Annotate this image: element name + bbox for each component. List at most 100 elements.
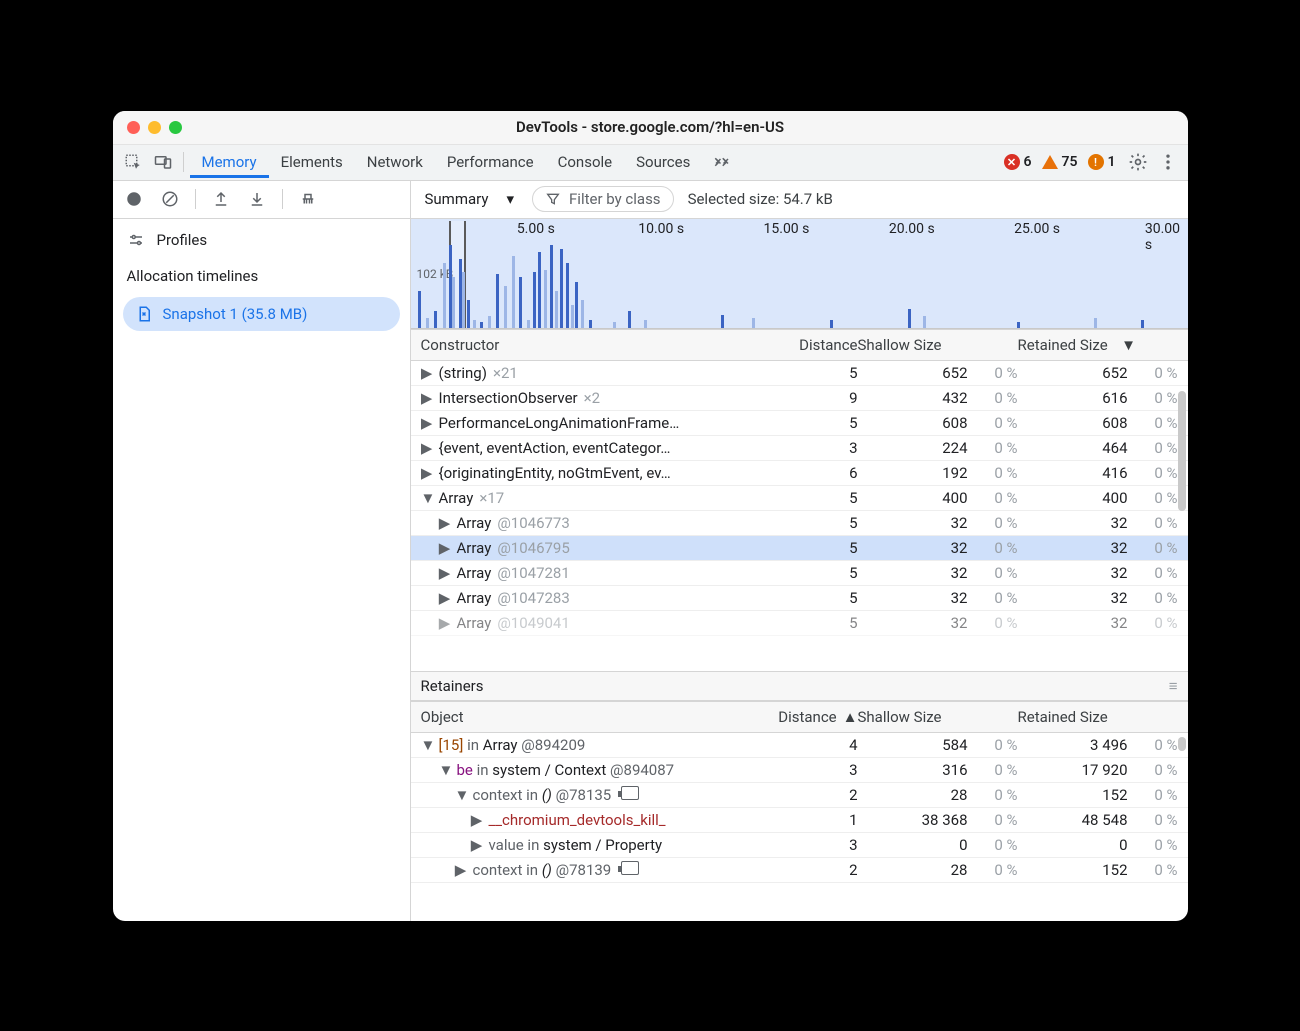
filter-icon: [545, 191, 561, 207]
chevron-right-icon[interactable]: ▶: [421, 364, 433, 382]
table-row[interactable]: ▶{event, eventAction, eventCategor…32240…: [411, 436, 1188, 461]
chevron-right-icon[interactable]: ▶: [421, 414, 433, 432]
col-shallow-r[interactable]: Shallow Size: [858, 708, 1018, 726]
retainer-row[interactable]: ▼be in system / Context @89408733160 %17…: [411, 758, 1188, 783]
chevron-down-icon[interactable]: ▼: [421, 489, 433, 507]
settings-icon[interactable]: [1124, 148, 1152, 176]
tab-sources[interactable]: Sources: [624, 146, 702, 178]
grid-header: Constructor Distance Shallow Size Retain…: [411, 329, 1188, 361]
error-count[interactable]: ✕ 6: [1004, 154, 1032, 170]
col-distance-r[interactable]: Distance▲: [758, 708, 858, 726]
retainers-header: Retainers ≡: [411, 671, 1188, 701]
summary-dropdown[interactable]: Summary ▾: [421, 186, 519, 212]
allocation-section-label: Allocation timelines: [113, 253, 410, 289]
warning-count[interactable]: 75: [1042, 154, 1078, 170]
constructor-grid: Constructor Distance Shallow Size Retain…: [411, 329, 1188, 921]
retainers-grid-header: Object Distance▲ Shallow Size Retained S…: [411, 701, 1188, 733]
sliders-icon: [127, 231, 145, 249]
error-icon: ✕: [1004, 154, 1020, 170]
table-row[interactable]: ▼Array ×1754000 %4000 %: [411, 486, 1188, 511]
table-row[interactable]: ▶{originatingEntity, noGtmEvent, ev…6192…: [411, 461, 1188, 486]
titlebar: DevTools - store.google.com/?hl=en-US: [113, 111, 1188, 145]
chevron-right-icon[interactable]: ▶: [421, 389, 433, 407]
retainer-row[interactable]: ▼[15] in Array @89420945840 %3 4960 %: [411, 733, 1188, 758]
clear-button[interactable]: [155, 184, 185, 214]
timeline-tick: 15.00 s: [764, 221, 810, 237]
status-indicators: ✕ 6 75 ! 1: [1004, 154, 1116, 170]
info-icon: !: [1088, 154, 1104, 170]
chevron-right-icon[interactable]: ▶: [439, 539, 451, 557]
timeline-tick: 10.00 s: [638, 221, 684, 237]
table-row[interactable]: ▶Array @10472815320 %320 %: [411, 561, 1188, 586]
record-button[interactable]: [119, 184, 149, 214]
timeline-tick: 20.00 s: [889, 221, 935, 237]
filter-input[interactable]: Filter by class: [532, 186, 674, 212]
snapshot-label: Snapshot 1 (35.8 MB): [163, 305, 308, 323]
table-row[interactable]: ▶PerformanceLongAnimationFrame…56080 %60…: [411, 411, 1188, 436]
chevron-right-icon[interactable]: ▶: [439, 614, 451, 632]
table-row[interactable]: ▶Array @10467955320 %320 %: [411, 536, 1188, 561]
chevron-down-icon[interactable]: ▼: [439, 761, 451, 779]
tab-console[interactable]: Console: [546, 146, 625, 178]
table-row[interactable]: ▶Array @10467735320 %320 %: [411, 511, 1188, 536]
upload-icon[interactable]: [206, 184, 236, 214]
retainer-row[interactable]: ▶value in system / Property300 %00 %: [411, 833, 1188, 858]
tab-memory[interactable]: Memory: [190, 146, 269, 178]
retainers-body[interactable]: ▼[15] in Array @89420945840 %3 4960 %▼be…: [411, 733, 1188, 883]
col-distance[interactable]: Distance: [768, 336, 858, 354]
col-retained[interactable]: Retained Size ▼: [1018, 336, 1178, 354]
table-row[interactable]: ▶Array @10472835320 %320 %: [411, 586, 1188, 611]
snapshot-item[interactable]: Snapshot 1 (35.8 MB): [123, 297, 400, 331]
retainer-row[interactable]: ▼context in () @78135 2280 %1520 %: [411, 783, 1188, 808]
profiles-header[interactable]: Profiles: [113, 219, 410, 253]
chevron-right-icon[interactable]: ▶: [421, 464, 433, 482]
window-title: DevTools - store.google.com/?hl=en-US: [113, 118, 1188, 136]
chevron-right-icon[interactable]: ▶: [471, 811, 483, 829]
chevron-down-icon[interactable]: ▼: [421, 736, 433, 754]
info-count[interactable]: ! 1: [1088, 154, 1116, 170]
retainer-row[interactable]: ▶__chromium_devtools_kill_138 3680 %48 5…: [411, 808, 1188, 833]
tab-network[interactable]: Network: [355, 146, 435, 178]
chevron-right-icon[interactable]: ▶: [439, 564, 451, 582]
table-row[interactable]: ▶IntersectionObserver ×294320 %6160 %: [411, 386, 1188, 411]
scrollbar[interactable]: [1178, 391, 1186, 511]
chevron-down-icon: ▾: [506, 190, 514, 208]
gc-icon[interactable]: [293, 184, 323, 214]
allocation-timeline[interactable]: 5.00 s10.00 s15.00 s20.00 s25.00 s30.00 …: [411, 219, 1188, 329]
content-area: Summary ▾ Filter by class Selected size:…: [411, 181, 1188, 921]
table-row[interactable]: ▶Array @10490415320 %320 %: [411, 611, 1188, 636]
separator: [183, 152, 184, 172]
chevron-right-icon[interactable]: ▶: [439, 589, 451, 607]
chevron-right-icon[interactable]: ▶: [471, 836, 483, 854]
tab-elements[interactable]: Elements: [269, 146, 355, 178]
chevron-right-icon[interactable]: ▶: [421, 439, 433, 457]
tab-performance[interactable]: Performance: [435, 146, 546, 178]
col-retained-r[interactable]: Retained Size: [1018, 708, 1178, 726]
sidebar: Profiles Allocation timelines Snapshot 1…: [113, 181, 411, 921]
kebab-menu-icon[interactable]: [1154, 148, 1182, 176]
inspect-icon[interactable]: [119, 148, 147, 176]
warning-icon: [1042, 155, 1058, 169]
timeline-tick: 5.00 s: [517, 221, 555, 237]
profiles-label: Profiles: [157, 231, 208, 249]
col-constructor[interactable]: Constructor: [421, 336, 768, 354]
scrollbar[interactable]: [1178, 737, 1186, 751]
col-shallow[interactable]: Shallow Size: [858, 336, 1018, 354]
chevron-down-icon[interactable]: ▼: [455, 786, 467, 804]
device-toggle-icon[interactable]: [149, 148, 177, 176]
sidebar-toolbar: [113, 181, 410, 219]
retainers-menu-icon[interactable]: ≡: [1169, 677, 1178, 695]
chevron-right-icon[interactable]: ▶: [455, 861, 467, 879]
table-row[interactable]: ▶(string) ×2156520 %6520 %: [411, 361, 1188, 386]
chevron-right-icon[interactable]: ▶: [439, 514, 451, 532]
snapshot-icon: [135, 305, 153, 323]
col-object[interactable]: Object: [421, 708, 758, 726]
more-tabs-icon[interactable]: [708, 148, 736, 176]
timeline-bars: [411, 236, 1188, 328]
selected-size-label: Selected size: 54.7 kB: [688, 190, 833, 208]
grid-body[interactable]: ▶(string) ×2156520 %6520 %▶IntersectionO…: [411, 361, 1188, 671]
tab-bar: MemoryElementsNetworkPerformanceConsoleS…: [113, 145, 1188, 181]
download-icon[interactable]: [242, 184, 272, 214]
timeline-tick: 25.00 s: [1014, 221, 1060, 237]
retainer-row[interactable]: ▶context in () @78139 2280 %1520 %: [411, 858, 1188, 883]
